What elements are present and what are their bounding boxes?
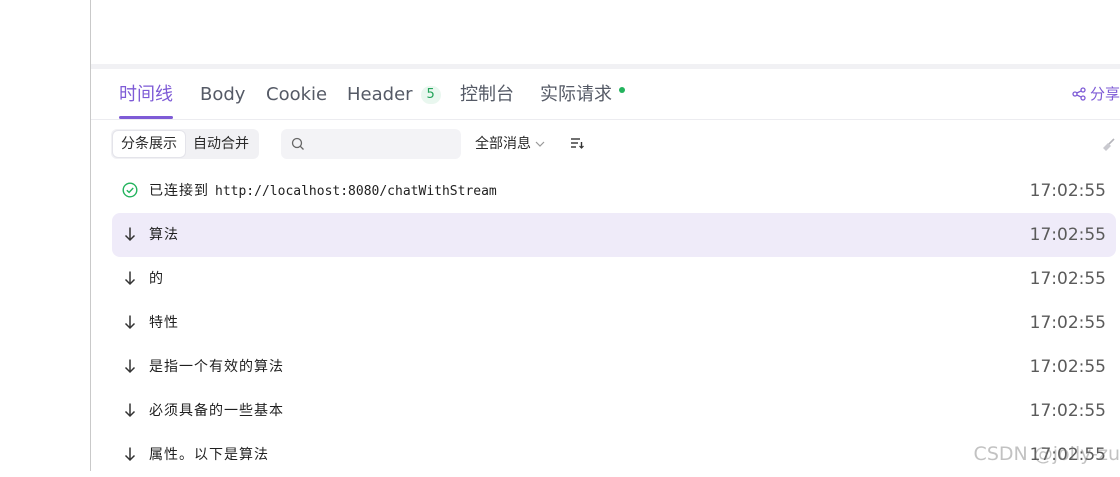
message-text: 已连接到 http://localhost:8080/chatWithStream (149, 169, 497, 213)
tab-header[interactable]: Header 5 (347, 69, 441, 119)
header-count-badge: 5 (420, 86, 441, 104)
check-circle-icon (122, 182, 138, 198)
arrow-down-icon (124, 271, 136, 286)
search-box[interactable] (281, 129, 461, 161)
arrow-down-icon (124, 403, 136, 418)
chevron-down-icon (535, 141, 545, 147)
message-text: 的 (149, 271, 164, 287)
message-time: 17:02:55 (1029, 181, 1106, 201)
tab-label: 控制台 (460, 84, 514, 105)
filter-label: 全部消息 (475, 136, 531, 152)
list-item[interactable]: 必须具备的一些基本 17:02:55 (112, 389, 1116, 433)
top-empty-area (91, 0, 1120, 64)
response-panel: 时间线 Body Cookie Header 5 控制台 实际请求 分享 分条展… (91, 0, 1120, 471)
list-item[interactable]: 算法 17:02:55 (112, 213, 1116, 257)
message-time: 17:02:55 (1029, 269, 1106, 289)
tab-label: Header (347, 84, 413, 105)
tab-body[interactable]: Body (200, 69, 245, 119)
message-time: 17:02:55 (1029, 313, 1106, 333)
search-icon (291, 137, 304, 150)
share-button[interactable]: 分享 (1072, 69, 1120, 119)
message-text: 算法 (149, 227, 179, 243)
message-time: 17:02:55 (1029, 357, 1106, 377)
search-input[interactable] (311, 129, 455, 161)
message-list: 已连接到 http://localhost:8080/chatWithStream… (112, 169, 1116, 477)
arrow-down-icon (124, 359, 136, 374)
share-icon (1072, 87, 1086, 101)
clear-icon[interactable] (1100, 136, 1116, 152)
message-text: 必须具备的一些基本 (149, 403, 284, 419)
message-time: 17:02:55 (1029, 401, 1106, 421)
message-text: 特性 (149, 315, 179, 331)
tab-bar: 时间线 Body Cookie Header 5 控制台 实际请求 分享 (91, 69, 1120, 120)
message-time: 17:02:55 (1029, 225, 1106, 245)
arrow-down-icon (124, 447, 136, 462)
auto-merge-button[interactable]: 自动合并 (185, 131, 257, 157)
message-label: 已连接到 (149, 183, 209, 199)
arrow-down-icon (124, 315, 136, 330)
split-view-button[interactable]: 分条展示 (113, 131, 185, 157)
tab-label: Body (200, 84, 246, 105)
tab-console[interactable]: 控制台 (460, 69, 514, 119)
list-item[interactable]: 已连接到 http://localhost:8080/chatWithStream… (112, 169, 1116, 213)
status-dot (619, 87, 625, 93)
sort-icon[interactable] (570, 137, 584, 149)
tab-actual-request[interactable]: 实际请求 (540, 69, 625, 119)
tab-label: Cookie (266, 84, 328, 105)
left-panel (0, 0, 91, 471)
timeline-toolbar: 分条展示 自动合并 全部消息 (91, 120, 1120, 168)
connection-url: http://localhost:8080/chatWithStream (215, 184, 497, 199)
list-item[interactable]: 的 17:02:55 (112, 257, 1116, 301)
list-item[interactable]: 是指一个有效的算法 17:02:55 (112, 345, 1116, 389)
share-label: 分享 (1089, 85, 1120, 103)
message-filter-dropdown[interactable]: 全部消息 (475, 129, 545, 159)
tab-timeline[interactable]: 时间线 (119, 69, 173, 119)
list-item[interactable]: 属性。以下是算法 17:02:55 (112, 433, 1116, 477)
tab-cookie[interactable]: Cookie (266, 69, 327, 119)
watermark: CSDN @jolly-zu (973, 443, 1120, 465)
arrow-down-icon (124, 227, 136, 242)
message-text: 属性。以下是算法 (149, 447, 269, 463)
view-mode-toggle: 分条展示 自动合并 (111, 129, 259, 159)
tab-label: 时间线 (119, 84, 173, 105)
tab-label: 实际请求 (540, 84, 612, 105)
list-item[interactable]: 特性 17:02:55 (112, 301, 1116, 345)
message-text: 是指一个有效的算法 (149, 359, 284, 375)
